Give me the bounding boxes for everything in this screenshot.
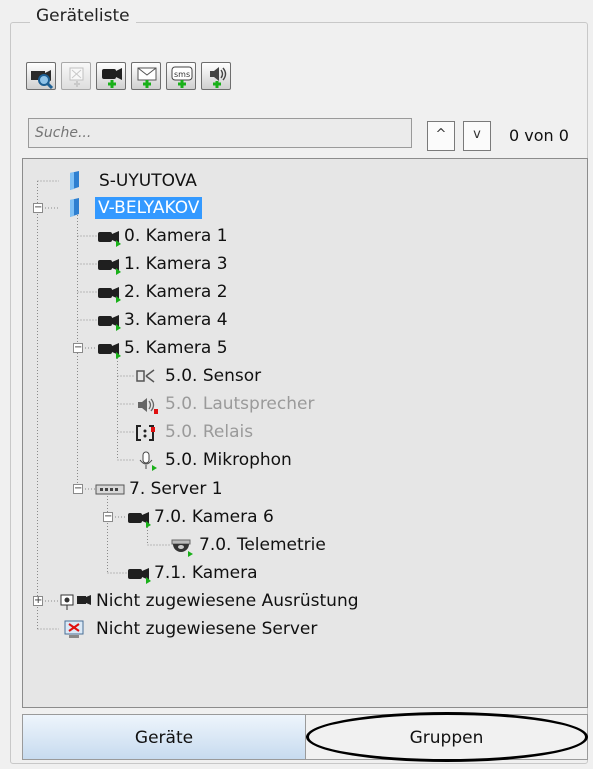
- video-server-icon: [95, 484, 125, 495]
- tree-item-server-1[interactable]: 7. Server 1: [23, 476, 583, 502]
- telemetry-dome-icon: [171, 539, 193, 557]
- tree-item-kamera-6[interactable]: 7.0. Kamera 6: [23, 504, 583, 530]
- tree-item-unassigned-equipment[interactable]: Nicht zugewiesene Ausrüstung: [23, 588, 583, 614]
- tree-item-label: 7.0. Kamera 6: [154, 507, 274, 527]
- tree-item-telemetrie[interactable]: 7.0. Telemetrie: [23, 532, 583, 558]
- search-prev-button[interactable]: ^: [427, 121, 455, 151]
- tree-item-label: 1. Kamera 3: [124, 254, 228, 274]
- camera-icon: [98, 287, 121, 303]
- tree-item-s-uyutova[interactable]: S-UYUTOVA: [23, 168, 583, 194]
- camera-icon: [98, 231, 121, 247]
- tree-item-lautsprecher[interactable]: 5.0. Lautsprecher: [23, 391, 583, 417]
- tree-item-label: 3. Kamera 4: [124, 310, 228, 330]
- camera-icon: [98, 315, 121, 331]
- search-result-count: 0 von 0: [509, 126, 569, 145]
- tree-item-label: Nicht zugewiesene Server: [96, 619, 318, 639]
- add-sms-button[interactable]: sms: [166, 62, 196, 90]
- tree-item-kamera-2[interactable]: 2. Kamera 2: [23, 279, 583, 305]
- tree-item-kamera-4[interactable]: 3. Kamera 4: [23, 307, 583, 333]
- camera-search-button[interactable]: [26, 62, 56, 90]
- unassigned-server-icon: [64, 620, 84, 638]
- device-tree[interactable]: − − − − + S-UYUTOVA V-BELYAKOV 0. Kamera…: [22, 158, 588, 708]
- add-speaker-button[interactable]: [201, 62, 231, 90]
- tree-item-sensor[interactable]: 5.0. Sensor: [23, 363, 583, 389]
- chevron-up-icon: ^: [435, 127, 447, 142]
- tree-item-v-belyakov[interactable]: V-BELYAKOV: [23, 195, 583, 221]
- add-email-icon: [137, 67, 157, 88]
- tree-item-kamera-5[interactable]: 5. Kamera 5: [23, 335, 583, 361]
- add-camera-icon: [102, 68, 122, 88]
- tree-item-unassigned-servers[interactable]: Nicht zugewiesene Server: [23, 616, 583, 642]
- tree-item-kamera-3[interactable]: 1. Kamera 3: [23, 251, 583, 277]
- tree-item-mikrophon[interactable]: 5.0. Mikrophon: [23, 447, 583, 473]
- add-sms-icon: sms: [171, 66, 193, 88]
- chevron-down-icon: v: [473, 127, 481, 142]
- camera-icon: [98, 259, 121, 275]
- camera-icon: [128, 568, 151, 584]
- svg-text:sms: sms: [174, 70, 190, 79]
- tab-devices[interactable]: Geräte: [22, 714, 306, 760]
- unassigned-equipment-icon: [60, 594, 91, 610]
- sensor-icon: [136, 369, 155, 383]
- search-next-button[interactable]: v: [463, 121, 491, 151]
- microphone-icon: [139, 451, 157, 471]
- tree-item-label: 5. Kamera 5: [124, 338, 228, 358]
- tree-item-kamera[interactable]: 7.1. Kamera: [23, 560, 583, 586]
- relay-icon: [136, 425, 155, 441]
- add-empty-device-button[interactable]: [61, 62, 91, 90]
- tree-item-label: 0. Kamera 1: [124, 226, 228, 246]
- tree-item-label: Nicht zugewiesene Ausrüstung: [96, 591, 359, 611]
- tree-item-label: 7. Server 1: [129, 479, 223, 499]
- tree-item-label: 2. Kamera 2: [124, 282, 228, 302]
- tree-item-label: 7.0. Telemetrie: [199, 535, 326, 555]
- camera-icon: [98, 343, 121, 359]
- add-camera-button[interactable]: [96, 62, 126, 90]
- tree-item-kamera-1[interactable]: 0. Kamera 1: [23, 223, 583, 249]
- speaker-icon: [138, 398, 158, 414]
- add-empty-device-icon: [69, 67, 84, 87]
- view-tabs: Geräte Gruppen: [22, 714, 588, 760]
- add-speaker-icon: [210, 67, 227, 88]
- tree-item-label: 7.1. Kamera: [154, 563, 258, 583]
- server-icon: [70, 198, 79, 217]
- tab-groups[interactable]: Gruppen: [305, 714, 588, 760]
- add-email-button[interactable]: [131, 62, 161, 90]
- tree-item-label: 5.0. Sensor: [165, 366, 262, 386]
- tree-item-label: 5.0. Lautsprecher: [165, 394, 315, 414]
- tree-item-label: V-BELYAKOV: [95, 197, 203, 219]
- search-input[interactable]: [28, 118, 412, 148]
- server-icon: [70, 171, 79, 190]
- panel-title: Geräteliste: [30, 6, 136, 26]
- tree-item-label: 5.0. Mikrophon: [165, 450, 292, 470]
- toolbar: sms: [26, 62, 231, 90]
- camera-icon: [128, 512, 151, 528]
- camera-search-icon: [31, 70, 54, 89]
- tree-item-label: 5.0. Relais: [165, 422, 254, 442]
- tree-item-relais[interactable]: 5.0. Relais: [23, 419, 583, 445]
- tree-item-label: S-UYUTOVA: [99, 171, 197, 191]
